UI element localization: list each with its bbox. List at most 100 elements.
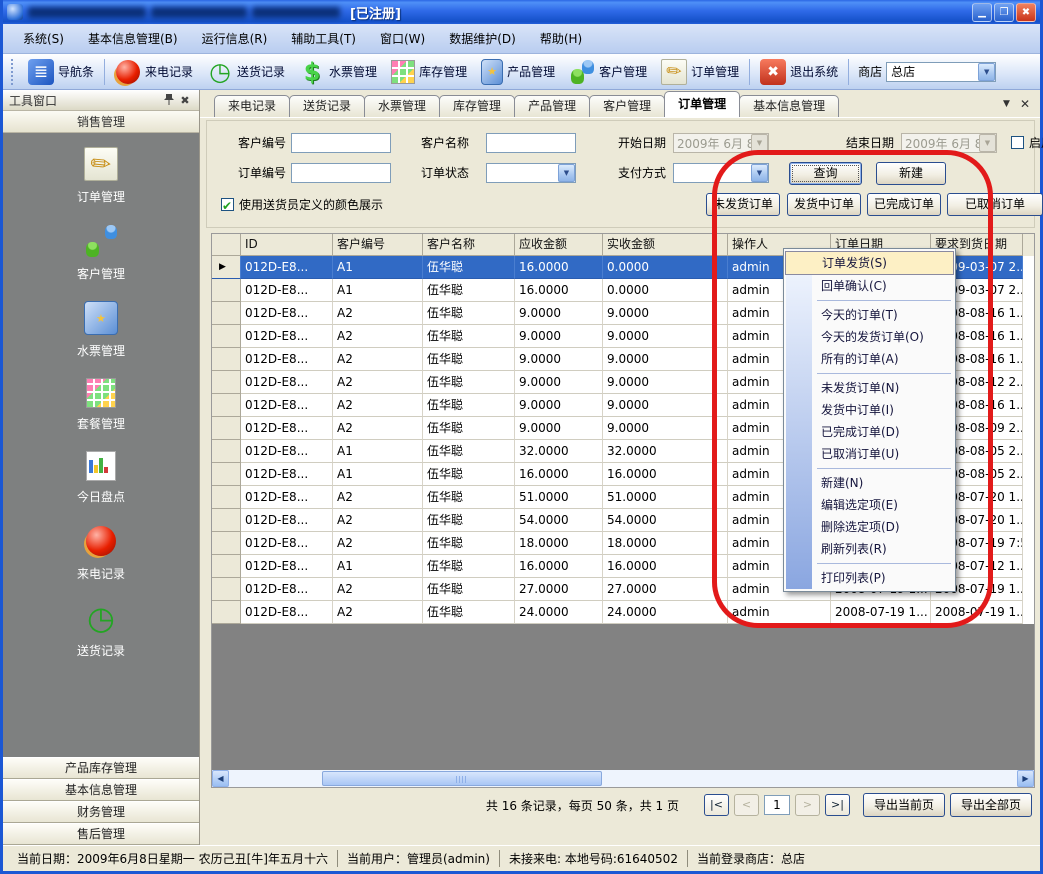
row-selector[interactable] <box>212 532 241 555</box>
shop-select[interactable]: 总店 <box>886 62 996 82</box>
customer-no-input[interactable] <box>291 133 391 153</box>
context-menu-item[interactable]: 回单确认(C) <box>785 275 954 297</box>
row-selector[interactable] <box>212 348 241 371</box>
sidebar-section-after-sales[interactable]: 售后管理 <box>3 823 199 845</box>
order-status-select[interactable] <box>486 163 576 183</box>
toolbar-product[interactable]: 产品管理 <box>474 56 562 88</box>
context-menu-item[interactable]: 发货中订单(I) <box>785 399 954 421</box>
pin-icon[interactable] <box>161 93 177 108</box>
export-current-page-button[interactable]: 导出当前页 <box>863 793 945 817</box>
toolbar-customer[interactable]: 客户管理 <box>562 56 654 88</box>
toolbar-water-ticket[interactable]: 水票管理 <box>292 56 384 88</box>
menu-window[interactable]: 窗口(W) <box>368 27 437 50</box>
sidebar-item-customer[interactable]: 客户管理 <box>77 224 125 282</box>
chevron-down-icon[interactable] <box>978 63 995 81</box>
chevron-down-icon[interactable] <box>558 164 575 182</box>
next-page-button[interactable]: > <box>795 794 820 816</box>
pay-method-select[interactable] <box>673 163 769 183</box>
sidebar-item-order[interactable]: 订单管理 <box>77 147 125 205</box>
sidebar-section-basic-info[interactable]: 基本信息管理 <box>3 779 199 801</box>
scroll-left-icon[interactable]: ◀ <box>212 770 229 787</box>
checkbox-checked-icon[interactable] <box>221 198 234 211</box>
tab-inventory[interactable]: 库存管理 <box>439 95 515 117</box>
minimize-button[interactable]: ▁ <box>972 3 992 22</box>
tab-scroll-down-icon[interactable]: ▼ <box>1003 99 1010 109</box>
prev-page-button[interactable]: < <box>734 794 759 816</box>
row-selector[interactable] <box>212 509 241 532</box>
menu-data-maintenance[interactable]: 数据维护(D) <box>437 27 528 50</box>
page-number-input[interactable] <box>764 795 790 815</box>
column-customer-name[interactable]: 客户名称 <box>423 234 515 256</box>
scroll-right-icon[interactable]: ▶ <box>1017 770 1034 787</box>
first-page-button[interactable]: |< <box>704 794 729 816</box>
row-selector[interactable] <box>212 256 241 279</box>
context-menu-item[interactable]: 删除选定项(D) <box>785 516 954 538</box>
undelivered-orders-button[interactable]: 未发货订单 <box>706 193 780 216</box>
tab-product[interactable]: 产品管理 <box>514 95 590 117</box>
tab-close-icon[interactable]: ✕ <box>1020 97 1030 111</box>
row-selector[interactable] <box>212 440 241 463</box>
context-menu-item[interactable]: 打印列表(P) <box>785 567 954 589</box>
toolbar-order[interactable]: 订单管理 <box>654 56 746 88</box>
tab-basic-info[interactable]: 基本信息管理 <box>739 95 839 117</box>
row-selector[interactable] <box>212 486 241 509</box>
context-menu-item[interactable]: 今天的发货订单(O) <box>785 326 954 348</box>
tab-delivery-record[interactable]: 送货记录 <box>289 95 365 117</box>
horizontal-scrollbar[interactable]: ◀ ▶ <box>212 770 1034 787</box>
row-selector[interactable] <box>212 302 241 325</box>
checkbox-icon[interactable] <box>1011 136 1024 149</box>
toolbar-navigator[interactable]: 导航条 <box>21 56 101 88</box>
row-selector[interactable] <box>212 417 241 440</box>
sidebar-item-delivery[interactable]: 送货记录 <box>77 601 125 659</box>
export-all-pages-button[interactable]: 导出全部页 <box>950 793 1032 817</box>
row-selector[interactable] <box>212 325 241 348</box>
column-receivable[interactable]: 应收金额 <box>515 234 603 256</box>
order-no-input[interactable] <box>291 163 391 183</box>
menu-help[interactable]: 帮助(H) <box>528 27 594 50</box>
context-menu-item[interactable]: 新建(N) <box>785 472 954 494</box>
column-received[interactable]: 实收金额 <box>603 234 728 256</box>
context-menu-item[interactable]: 编辑选定项(E) <box>785 494 954 516</box>
context-menu-item[interactable]: 已取消订单(U) <box>785 443 954 465</box>
context-menu-item[interactable]: 所有的订单(A) <box>785 348 954 370</box>
tab-order[interactable]: 订单管理 <box>664 91 740 117</box>
sidebar-section-finance[interactable]: 财务管理 <box>3 801 199 823</box>
table-row[interactable]: 012D-E8... A2 伍华聪 24.0000 24.0000 admin … <box>212 601 1034 624</box>
row-selector[interactable] <box>212 601 241 624</box>
row-selector[interactable] <box>212 394 241 417</box>
toolbar-exit[interactable]: 退出系统 <box>753 56 845 88</box>
row-selector[interactable] <box>212 279 241 302</box>
context-menu-item[interactable]: 今天的订单(T) <box>785 304 954 326</box>
maximize-button[interactable]: ❐ <box>994 3 1014 22</box>
row-selector[interactable] <box>212 578 241 601</box>
menu-system[interactable]: 系统(S) <box>11 27 76 50</box>
sidebar-section-sales[interactable]: 销售管理 <box>3 111 199 133</box>
toolbar-inventory[interactable]: 库存管理 <box>384 56 474 88</box>
completed-orders-button[interactable]: 已完成订单 <box>867 193 941 216</box>
tab-customer[interactable]: 客户管理 <box>589 95 665 117</box>
close-button[interactable]: ✖ <box>1016 3 1036 22</box>
row-selector[interactable] <box>212 555 241 578</box>
sidebar-close-icon[interactable]: ✖ <box>177 94 193 107</box>
sidebar-section-product-inventory[interactable]: 产品库存管理 <box>3 757 199 779</box>
sidebar-item-stocktake[interactable]: 今日盘点 <box>77 451 125 505</box>
new-button[interactable]: 新建 <box>876 162 946 185</box>
customer-name-input[interactable] <box>486 133 576 153</box>
color-checkbox[interactable]: 使用送货员定义的颜色展示 <box>221 195 383 215</box>
last-page-button[interactable]: >| <box>825 794 850 816</box>
context-menu-item[interactable]: 刷新列表(R) <box>785 538 954 560</box>
context-menu-item[interactable]: 未发货订单(N) <box>785 377 954 399</box>
query-button[interactable]: 查询 <box>789 162 862 185</box>
sidebar-item-incoming-call[interactable]: 来电记录 <box>77 524 125 582</box>
column-id[interactable]: ID <box>241 234 333 256</box>
delivering-orders-button[interactable]: 发货中订单 <box>787 193 861 216</box>
scrollbar-thumb[interactable] <box>322 771 602 786</box>
row-selector[interactable] <box>212 463 241 486</box>
tab-incoming-call[interactable]: 来电记录 <box>214 95 290 117</box>
context-menu-item[interactable]: 已完成订单(D) <box>785 421 954 443</box>
row-selector[interactable] <box>212 371 241 394</box>
enable-checkbox[interactable]: 启用 <box>1011 133 1043 153</box>
context-menu-item[interactable]: 订单发货(S) <box>785 251 954 275</box>
toolbar-incoming-call[interactable]: 来电记录 <box>108 56 200 88</box>
chevron-down-icon[interactable] <box>751 164 768 182</box>
